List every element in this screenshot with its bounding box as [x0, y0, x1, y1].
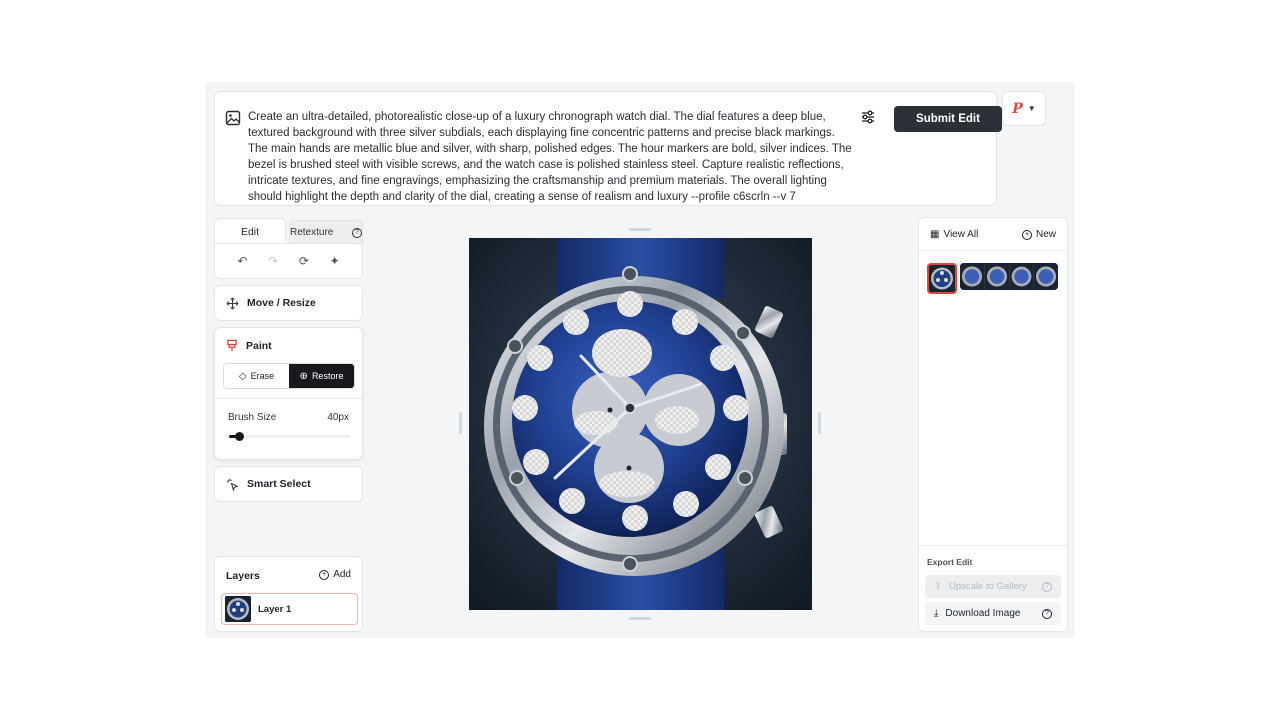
- undo-icon[interactable]: ↶: [234, 254, 250, 268]
- chevron-down-icon: ▼: [1027, 104, 1036, 113]
- history-toolbar: ↶ ↷ ⟳ ✦: [214, 243, 363, 279]
- download-label: Download Image: [945, 608, 1021, 619]
- refresh-icon[interactable]: ⟳: [296, 254, 312, 268]
- submit-edit-button[interactable]: Submit Edit: [894, 106, 1002, 132]
- layer-label: Layer 1: [258, 603, 292, 615]
- gallery-thumbnail[interactable]: [1034, 263, 1058, 290]
- download-image-button[interactable]: ⤓ Download Image ?: [925, 602, 1061, 625]
- smart-select-label: Smart Select: [247, 478, 311, 490]
- help-icon: ?: [352, 227, 362, 238]
- grid-icon: ▦: [930, 229, 940, 240]
- help-icon: ?: [1042, 608, 1052, 619]
- tab-edit[interactable]: Edit: [214, 218, 286, 244]
- new-label: New: [1035, 229, 1056, 240]
- view-all-label: View All: [943, 229, 979, 240]
- magic-cursor-icon: [226, 478, 239, 491]
- profile-menu-button[interactable]: P ▼: [1002, 91, 1046, 126]
- layer-item[interactable]: Layer 1: [221, 593, 358, 625]
- canvas-bottom-handle[interactable]: [629, 617, 651, 620]
- brush-size-slider[interactable]: [229, 432, 350, 441]
- download-icon: ⤓: [934, 608, 939, 619]
- erase-restore-toggle: ◇ Erase ⊕ Restore: [223, 363, 355, 389]
- sparkle-icon[interactable]: ✦: [327, 254, 343, 268]
- paint-panel: Paint ◇ Erase ⊕ Restore Brush Size 40px: [214, 327, 363, 460]
- help-icon: ?: [1042, 581, 1052, 592]
- canvas-top-handle[interactable]: [629, 228, 651, 231]
- slider-thumb[interactable]: [235, 432, 244, 441]
- move-resize-label: Move / Resize: [247, 297, 316, 309]
- tab-retexture[interactable]: Retexture ?: [289, 220, 363, 244]
- export-edit-label: Export Edit: [927, 557, 973, 567]
- image-icon: [225, 110, 241, 126]
- restore-icon: ⊕: [299, 370, 308, 382]
- eraser-icon: ◇: [238, 370, 247, 382]
- brush-size-label: Brush Size: [228, 412, 277, 423]
- layer-thumbnail: [225, 596, 251, 622]
- upscale-label: Upscale to Gallery: [948, 581, 1027, 592]
- divider: [215, 398, 362, 399]
- add-layer-label: Add: [333, 569, 351, 580]
- view-all-button[interactable]: ▦ View All: [930, 229, 978, 240]
- erase-label: Erase: [250, 371, 275, 381]
- layers-title: Layers: [226, 570, 260, 582]
- restore-label: Restore: [311, 371, 344, 381]
- watch-image: [469, 238, 812, 610]
- canvas-left-handle[interactable]: [459, 412, 462, 434]
- new-button[interactable]: + New: [1021, 229, 1056, 240]
- gallery-thumbnail[interactable]: [984, 263, 1009, 290]
- gallery-thumbnail-selected[interactable]: [927, 263, 957, 294]
- tab-retexture-label: Retexture: [290, 227, 334, 238]
- edit-tabs: Edit Retexture ? ↶ ↷ ⟳ ✦: [214, 218, 363, 279]
- paint-label: Paint: [246, 339, 272, 352]
- prompt-text[interactable]: Create an ultra-detailed, photorealistic…: [248, 109, 854, 205]
- plus-circle-icon: +: [319, 569, 330, 580]
- redo-icon[interactable]: ↷: [265, 254, 281, 268]
- smart-select-tool[interactable]: Smart Select: [214, 466, 363, 502]
- divider: [919, 545, 1067, 546]
- gallery-thumbnail[interactable]: [1009, 263, 1034, 290]
- upscale-to-gallery-button[interactable]: ⇧ Upscale to Gallery ?: [925, 575, 1061, 598]
- paint-bucket-icon: [227, 339, 237, 352]
- gallery-panel: ▦ View All + New Export Edit ⇧ Upscale t…: [918, 217, 1068, 632]
- move-arrows-icon: [226, 297, 239, 309]
- settings-sliders-icon[interactable]: [860, 109, 876, 125]
- profile-letter: P: [1012, 100, 1023, 117]
- erase-button[interactable]: ◇ Erase: [224, 364, 289, 388]
- paint-tool[interactable]: Paint: [226, 339, 272, 352]
- gallery-variations-strip[interactable]: [960, 263, 1058, 290]
- edit-canvas[interactable]: [469, 238, 812, 610]
- add-layer-button[interactable]: + Add: [319, 569, 351, 580]
- gallery-thumbnail[interactable]: [960, 263, 984, 290]
- layers-panel: Layers + Add Layer 1: [214, 556, 363, 632]
- upscale-icon: ⇧: [934, 581, 942, 592]
- plus-circle-icon: +: [1021, 229, 1032, 240]
- brush-size-value: 40px: [327, 412, 349, 423]
- editor-app: Create an ultra-detailed, photorealistic…: [206, 82, 1074, 638]
- divider: [919, 250, 1067, 251]
- restore-button[interactable]: ⊕ Restore: [289, 364, 354, 388]
- prompt-box[interactable]: Create an ultra-detailed, photorealistic…: [214, 91, 1002, 206]
- canvas-right-handle[interactable]: [818, 412, 821, 434]
- move-resize-tool[interactable]: Move / Resize: [214, 285, 363, 321]
